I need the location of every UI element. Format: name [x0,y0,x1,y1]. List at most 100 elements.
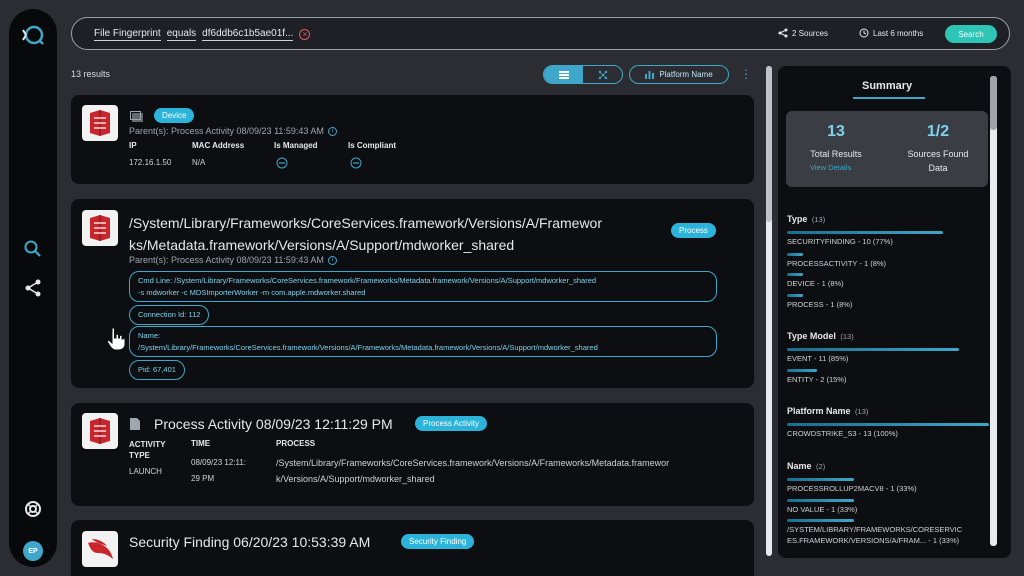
aws-s3-icon [82,413,118,449]
result-card-security-finding[interactable]: Security Finding 06/20/23 10:53:39 AM Se… [71,520,754,576]
connection-id-pill[interactable]: Connection Id: 112 [129,305,210,325]
name-pill-label: Name: [138,331,161,340]
activity-time-value-1: 08/09/23 12:11: [191,458,247,467]
process-title-line-2: ks/Metadata.framework/Versions/A/Support… [129,237,515,253]
app-logo-icon[interactable] [21,23,45,47]
activity-process-value-2: k/Versions/A/Support/mdworker_shared [276,474,435,484]
summary-stats-box: 13 Total Results View Details 1/2 Source… [786,111,988,187]
time-range-selector[interactable]: Last 6 months [859,28,923,38]
time-range-label: Last 6 months [873,28,924,38]
summary-tab-underline [853,97,925,99]
cmd-line-pill[interactable]: Cmd Line: /System/Library/Frameworks/Cor… [129,271,717,302]
clock-icon [859,28,869,38]
facet-type-item[interactable]: PROCESS - 1 (8%) [787,299,852,310]
results-scrollbar-thumb[interactable] [766,66,772,222]
activity-time-value: 08/09/23 12:11: 29 PM [191,455,246,487]
share-nodes-icon [778,28,788,38]
clear-query-icon[interactable]: × [299,29,311,40]
facet-name-item[interactable]: /SYSTEM/LIBRARY/FRAMEWORKS/CORESERVIC [787,524,962,535]
user-avatar[interactable]: EP [23,541,43,561]
results-scrollbar[interactable] [766,66,772,556]
ip-label: IP [129,141,137,150]
security-finding-badge: Security Finding [401,534,475,549]
facet-type-item[interactable]: DEVICE - 1 (8%) [787,278,844,289]
finding-title[interactable]: Security Finding 06/20/23 10:53:39 AM [129,534,370,550]
facet-name-count: (2) [816,462,826,471]
search-nav-icon[interactable] [23,239,43,259]
facet-platform-name-header: Platform Name (13) [787,406,868,416]
left-navigation: EP [9,9,57,567]
list-view-icon [558,70,569,79]
help-lifebuoy-icon[interactable] [23,499,43,519]
facet-type-title: Type [787,214,808,224]
platform-name-button[interactable]: Platform Name [629,65,729,84]
facet-bar [787,273,803,276]
total-results-value: 13 [827,123,845,140]
minus-circle-icon [276,157,288,169]
process-parent[interactable]: Parent(s): Process Activity 08/09/23 11:… [129,255,337,265]
facet-type-model-item[interactable]: EVENT - 11 (85%) [787,353,848,364]
document-icon [130,418,140,430]
cmd-line-text-1: Cmd Line: /System/Library/Frameworks/Cor… [138,276,597,285]
info-icon[interactable]: i [327,126,337,136]
sources-label: 2 Sources [792,28,829,38]
sources-found-label: Sources Found Data [894,147,982,175]
facet-name-item[interactable]: PROCESSROLLUP2MACV8 - 1 (33%) [787,483,917,494]
summary-tab[interactable]: Summary [862,80,912,92]
summary-scrollbar[interactable] [990,76,997,546]
name-pill-value: /System/Library/Frameworks/CoreServices.… [138,343,598,352]
pid-pill[interactable]: Pid: 67,401 [129,360,185,380]
view-details-link[interactable]: View Details [810,163,851,172]
list-view-button[interactable] [544,66,583,83]
info-icon[interactable]: i [327,255,337,265]
mac-label: MAC Address [192,141,245,150]
facet-name-item-continued[interactable]: ES.FRAMEWORK/VERSIONS/A/FRAM... - 1 (33%… [787,535,959,546]
result-card-device[interactable]: Device Parent(s): Process Activity 08/09… [71,95,754,184]
process-header: PROCESS [276,439,316,448]
process-title-line-1: /System/Library/Frameworks/CoreServices.… [129,215,603,231]
facet-type-item[interactable]: PROCESSACTIVITY - 1 (8%) [787,258,886,269]
search-query[interactable]: File Fingerprint equals df6ddb6c1b5ae01f… [94,28,311,41]
query-value[interactable]: df6ddb6c1b5ae01f... [202,28,294,41]
summary-scrollbar-thumb[interactable] [990,76,997,130]
aws-s3-icon [82,105,118,141]
result-card-process[interactable]: /System/Library/Frameworks/CoreServices.… [71,199,754,388]
facet-platform-name-item[interactable]: CROWDSTRIKE_S3 - 13 (100%) [787,428,898,439]
device-monitor-icon [130,111,143,122]
activity-time-value-2: 29 PM [191,474,215,483]
graph-nav-icon[interactable] [23,278,43,298]
search-button[interactable]: Search [945,25,997,43]
device-badge: Device [154,108,195,123]
process-activity-badge: Process Activity [415,416,488,431]
search-bar[interactable]: File Fingerprint equals df6ddb6c1b5ae01f… [71,17,1010,50]
query-operator[interactable]: equals [166,28,197,41]
device-parent[interactable]: Parent(s): Process Activity 08/09/23 11:… [129,126,337,136]
facet-name-item[interactable]: NO VALUE - 1 (33%) [787,504,857,515]
result-card-process-activity[interactable]: Process Activity 08/09/23 12:11:29 PM Pr… [71,403,754,506]
facet-platform-name-title: Platform Name [787,406,851,416]
activity-title[interactable]: Process Activity 08/09/23 12:11:29 PM [154,416,393,432]
sources-found-value: 1/2 [926,123,950,140]
more-options-icon[interactable]: ⋮ [740,67,752,81]
facet-type-item[interactable]: SECURITYFINDING - 10 (77%) [787,236,893,247]
total-results-label: Total Results [810,149,862,159]
facet-bar [787,478,854,481]
facet-bar [787,423,989,426]
facet-type-model-item[interactable]: ENTITY - 2 (15%) [787,374,846,385]
platform-name-label: Platform Name [659,70,713,79]
activity-type-header-2: TYPE [129,451,150,460]
process-title[interactable]: /System/Library/Frameworks/CoreServices.… [129,212,602,256]
facet-bar [787,369,817,372]
mac-value: N/A [192,158,206,167]
name-pill[interactable]: Name: /System/Library/Frameworks/CoreSer… [129,326,717,357]
facet-type-header: Type (13) [787,214,825,224]
sources-selector[interactable]: 2 Sources [778,28,828,38]
facet-bar [787,499,854,502]
query-field[interactable]: File Fingerprint [94,28,161,41]
device-parent-text: Parent(s): Process Activity 08/09/23 11:… [129,126,324,136]
view-toggle[interactable] [543,65,623,84]
activity-type-header: ACTIVITY TYPE [129,439,165,461]
is-managed-label: Is Managed [274,141,318,150]
facet-name-title: Name [787,461,812,471]
graph-view-button[interactable] [583,66,622,83]
